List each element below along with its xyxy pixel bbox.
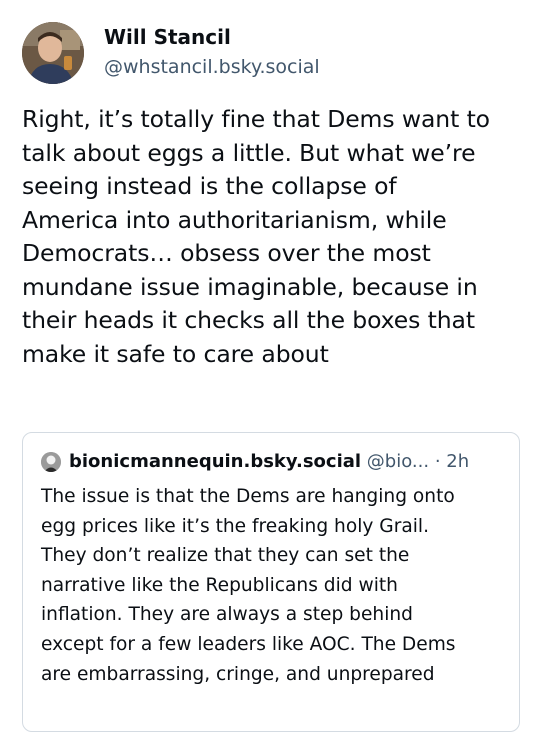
quoted-post-text: The issue is that the Dems are hanging o… — [41, 486, 456, 685]
post-body-text: Right, it’s totally fine that Dems want … — [22, 105, 490, 368]
author-handle[interactable]: @whstancil.bsky.social — [104, 54, 320, 80]
quoted-author-handle[interactable]: @bio... — [367, 451, 429, 472]
post: Will Stancil @whstancil.bsky.social Righ… — [0, 0, 544, 732]
quoted-author-name[interactable]: bionicmannequin.bsky.social — [69, 451, 361, 472]
author-display-name[interactable]: Will Stancil — [104, 24, 320, 50]
quoted-separator: · — [434, 451, 441, 472]
quoted-user-avatar[interactable] — [41, 452, 61, 472]
quoted-timestamp[interactable]: 2h — [446, 451, 469, 472]
user-avatar[interactable] — [22, 22, 84, 84]
quoted-post-card[interactable]: bionicmannequin.bsky.social @bio... · 2h… — [22, 432, 520, 732]
quoted-author-line: bionicmannequin.bsky.social @bio... · 2h — [69, 449, 469, 475]
author-names: Will Stancil @whstancil.bsky.social — [104, 24, 320, 80]
post-author-row[interactable]: Will Stancil @whstancil.bsky.social — [22, 22, 522, 84]
quoted-post-header: bionicmannequin.bsky.social @bio... · 2h — [41, 449, 511, 475]
